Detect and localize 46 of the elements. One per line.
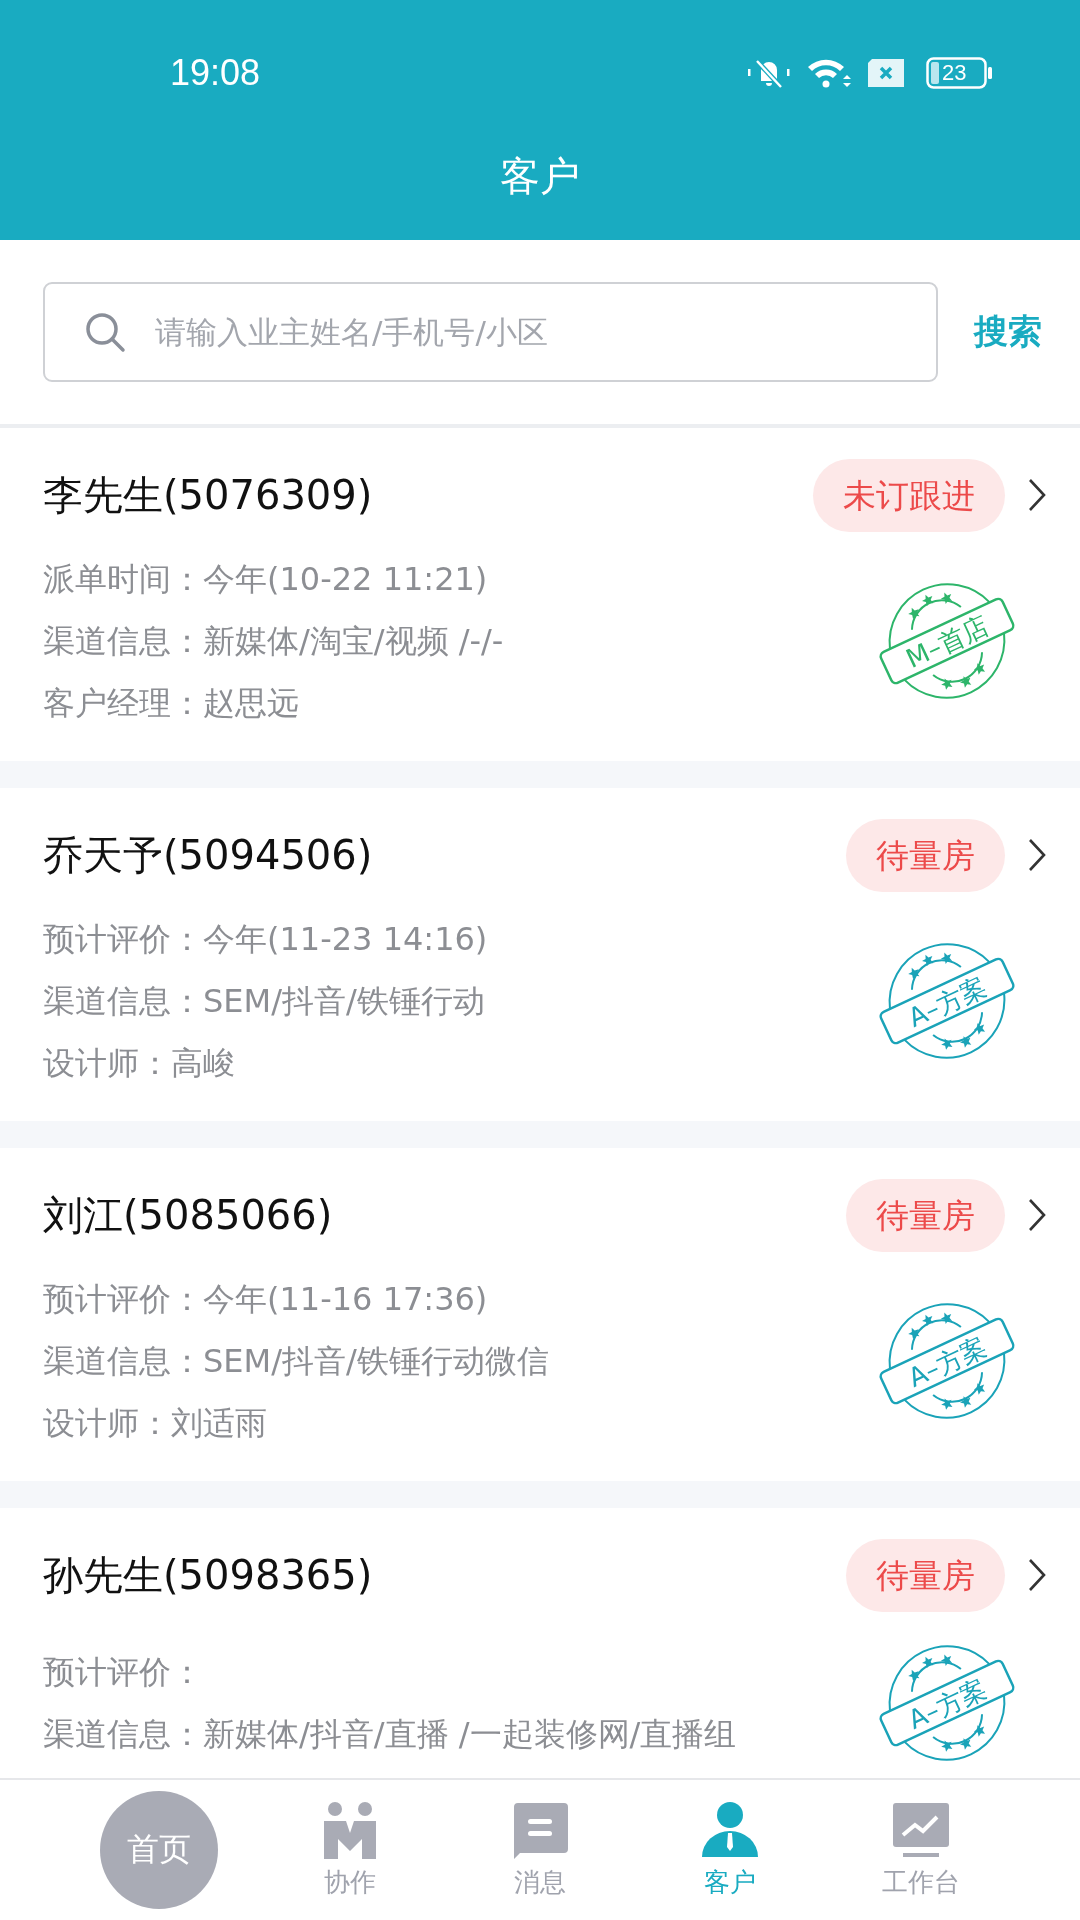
customer-info: 预计评价：	[43, 1652, 204, 1693]
customer-name: 孙先生(5098365)	[43, 1550, 374, 1600]
sim-card-icon	[866, 57, 906, 89]
customer-info: 设计师：高峻	[43, 1043, 236, 1084]
status-time: 19:08	[170, 52, 261, 94]
customer-info: 客户经理：赵思远	[43, 683, 300, 724]
search-field[interactable]: 请输入业主姓名/手机号/小区	[43, 282, 938, 382]
customer-card[interactable]: 李先生(5076309) 未订跟进 派单时间：今年(10-22 11:21) 渠道信息：新媒体/淘宝/视频 /-/- 客户经理：赵思远 M–首店	[0, 428, 1080, 761]
chevron-right-icon[interactable]	[1027, 1557, 1047, 1593]
battery-icon	[926, 57, 994, 89]
customer-info: 渠道信息：SEM/抖音/铁锤行动	[43, 981, 486, 1022]
customer-info: 设计师：刘适雨	[43, 1403, 268, 1444]
customer-info: 渠道信息：SEM/抖音/铁锤行动微信	[43, 1341, 550, 1382]
customer-info: 预计评价：今年(11-23 14:16)	[43, 919, 489, 960]
customer-info: 渠道信息：新媒体/抖音/直播 /一起装修网/直播组	[43, 1714, 738, 1755]
chevron-right-icon[interactable]	[1027, 1197, 1047, 1233]
search-button[interactable]: 搜索	[974, 309, 1042, 355]
customer-info: 渠道信息：新媒体/淘宝/视频 /-/-	[43, 621, 505, 662]
stamp-text: A–方案	[903, 1672, 992, 1735]
customer-card[interactable]: 刘江(5085066) 待量房 预计评价：今年(11-16 17:36) 渠道信息：SEM/抖音/铁锤行动微信 设计师：刘适雨 A–方案	[0, 1148, 1080, 1481]
customer-card[interactable]: 孙先生(5098365) 待量房 预计评价： 渠道信息：新媒体/抖音/直播 /一起装修网/直播组 A–方案	[0, 1508, 1080, 1778]
status-tag: 待量房	[846, 1178, 1005, 1252]
chart-icon	[890, 1800, 951, 1859]
customer-name: 乔天予(5094506)	[43, 830, 374, 880]
customer-info: 预计评价：今年(11-16 17:36)	[43, 1279, 489, 1320]
status-tag: 未订跟进	[813, 458, 1005, 532]
stamp-text: A–方案	[903, 1330, 992, 1393]
person-icon	[700, 1800, 761, 1859]
battery-level: 23	[942, 60, 967, 86]
customer-card[interactable]: 乔天予(5094506) 待量房 预计评价：今年(11-23 14:16) 渠道信息：SEM/抖音/铁锤行动 设计师：高峻 A–方案	[0, 788, 1080, 1121]
customer-name: 刘江(5085066)	[43, 1190, 334, 1240]
nav-tab[interactable]: 消息	[510, 1800, 570, 1900]
nav-tab[interactable]: 客户	[700, 1800, 761, 1900]
customer-name: 李先生(5076309)	[43, 470, 374, 520]
chevron-right-icon[interactable]	[1027, 477, 1047, 513]
search-icon	[83, 310, 127, 354]
page-title: 客户	[499, 152, 581, 201]
nav-tab[interactable]: 协作	[319, 1800, 380, 1900]
status-tag: 待量房	[846, 818, 1005, 892]
stamp-text: M–首店	[901, 609, 994, 674]
customer-info: 派单时间：今年(10-22 11:21)	[43, 559, 489, 600]
chevron-right-icon[interactable]	[1027, 837, 1047, 873]
home-tab[interactable]: 首页	[100, 1791, 219, 1909]
stamp-text: A–方案	[903, 970, 992, 1033]
status-tag: 待量房	[846, 1538, 1005, 1612]
nav-tab[interactable]: 工作台	[881, 1800, 960, 1900]
